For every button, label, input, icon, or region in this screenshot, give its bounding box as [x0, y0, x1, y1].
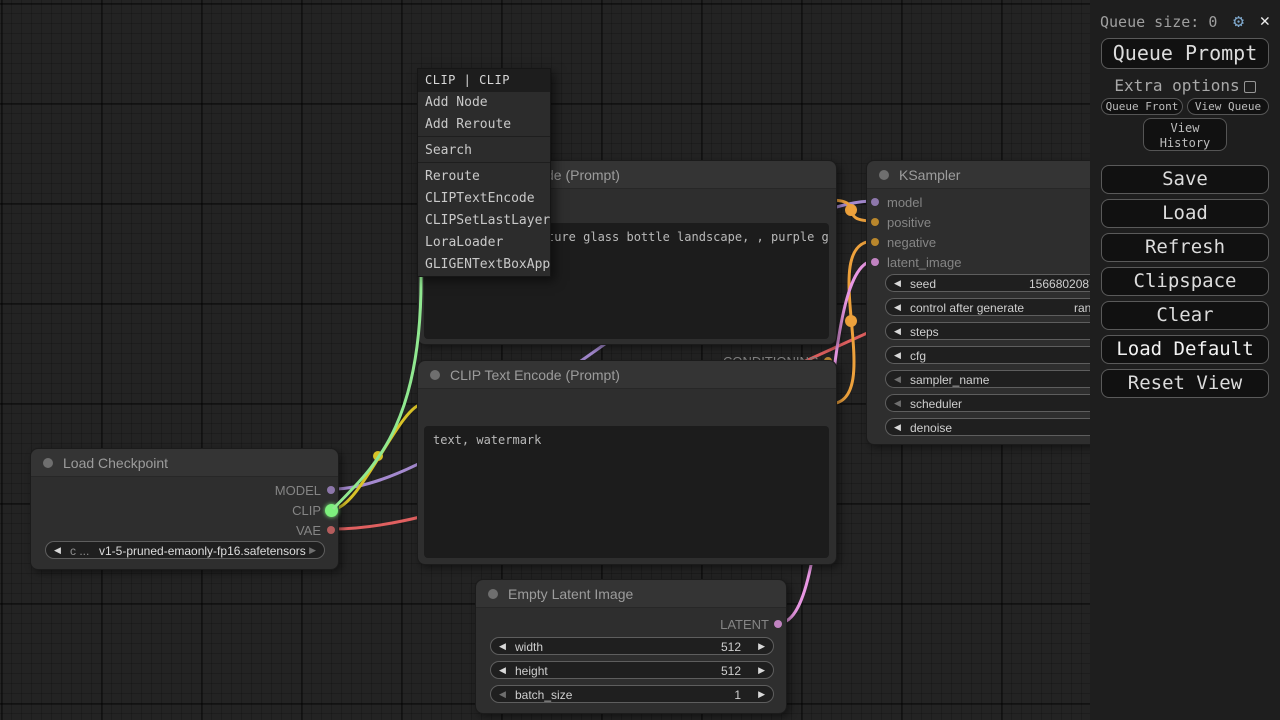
latent-output-label: LATENT	[720, 617, 769, 632]
refresh-button[interactable]: Refresh	[1101, 233, 1269, 262]
decrement-icon[interactable]: ◀	[499, 641, 506, 652]
decrement-icon[interactable]: ◀	[894, 350, 901, 361]
decrement-icon[interactable]: ◀	[894, 422, 901, 433]
menu-item-search[interactable]: Search	[418, 140, 550, 162]
widget-label: height	[515, 664, 548, 678]
node-title: Load Checkpoint	[63, 455, 168, 471]
node-header[interactable]: Load Checkpoint	[31, 449, 338, 477]
decrement-icon[interactable]: ◀	[894, 374, 901, 385]
extra-options-row: Extra options	[1090, 76, 1280, 95]
widget-label: cfg	[910, 349, 926, 363]
prompt-textarea[interactable]: text, watermark	[424, 426, 829, 558]
save-button[interactable]: Save	[1101, 165, 1269, 194]
widget-label: control after generate	[910, 301, 1024, 315]
node-load-checkpoint[interactable]: Load Checkpoint MODEL CLIP VAE ◀ c ... v…	[30, 448, 339, 570]
menu-item-reroute[interactable]: Reroute	[418, 166, 550, 188]
decrement-icon[interactable]: ◀	[894, 398, 901, 409]
settings-gear-icon[interactable]: ⚙	[1233, 11, 1244, 32]
node-empty-latent-image[interactable]: Empty Latent Image LATENT ◀ width 512 ▶ …	[475, 579, 787, 714]
negative-input-label: negative	[887, 235, 936, 250]
widget-label: denoise	[910, 421, 952, 435]
collapse-dot-icon[interactable]	[43, 458, 53, 468]
menu-item-gligentextboxapply[interactable]: GLIGENTextBoxApply	[418, 254, 550, 276]
widget-label: scheduler	[910, 397, 962, 411]
widget-value: 1	[734, 688, 741, 702]
widget-label: steps	[910, 325, 939, 339]
node-title: CLIP Text Encode (Prompt)	[450, 367, 620, 383]
vae-output-dot[interactable]	[327, 526, 335, 534]
context-menu: CLIP | CLIP Add Node Add Reroute Search …	[417, 68, 551, 277]
increment-icon[interactable]: ▶	[758, 665, 765, 676]
prev-checkpoint-icon[interactable]: ◀	[54, 545, 61, 556]
prompt-text: ture glass bottle landscape, , purple ga…	[547, 230, 829, 244]
widget-value: 512	[721, 640, 741, 654]
model-output-label: MODEL	[275, 483, 321, 498]
height-widget[interactable]: ◀ height 512 ▶	[490, 661, 774, 679]
view-history-line2: History	[1144, 136, 1226, 151]
widget-value: 1566802087	[1029, 277, 1096, 291]
prompt-text: text, watermark	[433, 433, 541, 447]
model-input-label: model	[887, 195, 922, 210]
menu-item-loraloader[interactable]: LoraLoader	[418, 232, 550, 254]
batch-size-widget[interactable]: ◀ batch_size 1 ▶	[490, 685, 774, 703]
model-input-dot[interactable]	[871, 198, 879, 206]
node-header[interactable]: Empty Latent Image	[476, 580, 786, 608]
vae-output-label: VAE	[296, 523, 321, 538]
context-menu-title: CLIP | CLIP	[418, 69, 550, 92]
positive-input-dot[interactable]	[871, 218, 879, 226]
reset-view-button[interactable]: Reset View	[1101, 369, 1269, 398]
clear-button[interactable]: Clear	[1101, 301, 1269, 330]
queue-size-label: Queue size: 0	[1100, 13, 1217, 31]
view-history-button[interactable]: View History	[1143, 118, 1227, 151]
widget-label: width	[515, 640, 543, 654]
widget-value: v1-5-pruned-emaonly-fp16.safetensors	[99, 544, 306, 558]
view-queue-button[interactable]: View Queue	[1187, 98, 1269, 115]
menu-item-cliptextencode[interactable]: CLIPTextEncode	[418, 188, 550, 210]
latent-output-dot[interactable]	[774, 620, 782, 628]
view-history-line1: View	[1144, 121, 1226, 136]
increment-icon[interactable]: ▶	[758, 689, 765, 700]
increment-icon[interactable]: ▶	[758, 641, 765, 652]
clipspace-button[interactable]: Clipspace	[1101, 267, 1269, 296]
queue-prompt-button[interactable]: Queue Prompt	[1101, 38, 1269, 69]
negative-input-dot[interactable]	[871, 238, 879, 246]
node-header[interactable]: CLIP Text Encode (Prompt)	[418, 361, 836, 389]
collapse-dot-icon[interactable]	[879, 170, 889, 180]
load-default-button[interactable]: Load Default	[1101, 335, 1269, 364]
widget-value: 512	[721, 664, 741, 678]
decrement-icon[interactable]: ◀	[894, 278, 901, 289]
queue-front-button[interactable]: Queue Front	[1101, 98, 1183, 115]
latent-image-input-dot[interactable]	[871, 258, 879, 266]
decrement-icon[interactable]: ◀	[499, 689, 506, 700]
comfy-menu-panel: Queue size: 0 ⚙ ✕ Queue Prompt Extra opt…	[1090, 0, 1280, 720]
node-title: Empty Latent Image	[508, 586, 633, 602]
close-icon[interactable]: ✕	[1260, 11, 1270, 31]
model-output-dot[interactable]	[327, 486, 335, 494]
clip-output-dot-active[interactable]	[325, 504, 338, 517]
extra-options-label: Extra options	[1114, 76, 1239, 95]
ckpt-name-widget[interactable]: ◀ c ... v1-5-pruned-emaonly-fp16.safeten…	[45, 541, 325, 559]
node-title: KSampler	[899, 167, 960, 183]
decrement-icon[interactable]: ◀	[499, 665, 506, 676]
menu-item-clipsetlastlayer[interactable]: CLIPSetLastLayer	[418, 210, 550, 232]
load-button[interactable]: Load	[1101, 199, 1269, 228]
widget-label: batch_size	[515, 688, 572, 702]
extra-options-checkbox[interactable]	[1244, 81, 1256, 93]
widget-label: seed	[910, 277, 936, 291]
latent-image-input-label: latent_image	[887, 255, 961, 270]
widget-label: c ...	[70, 544, 89, 558]
collapse-dot-icon[interactable]	[488, 589, 498, 599]
decrement-icon[interactable]: ◀	[894, 302, 901, 313]
positive-input-label: positive	[887, 215, 931, 230]
menu-item-add-node[interactable]: Add Node	[418, 92, 550, 114]
clip-output-label: CLIP	[292, 503, 321, 518]
next-checkpoint-icon[interactable]: ▶	[309, 545, 316, 556]
collapse-dot-icon[interactable]	[430, 370, 440, 380]
node-clip-text-encode-negative[interactable]: CLIP Text Encode (Prompt) clip CONDITION…	[417, 360, 837, 565]
width-widget[interactable]: ◀ width 512 ▶	[490, 637, 774, 655]
menu-item-add-reroute[interactable]: Add Reroute	[418, 114, 550, 136]
widget-label: sampler_name	[910, 373, 989, 387]
decrement-icon[interactable]: ◀	[894, 326, 901, 337]
